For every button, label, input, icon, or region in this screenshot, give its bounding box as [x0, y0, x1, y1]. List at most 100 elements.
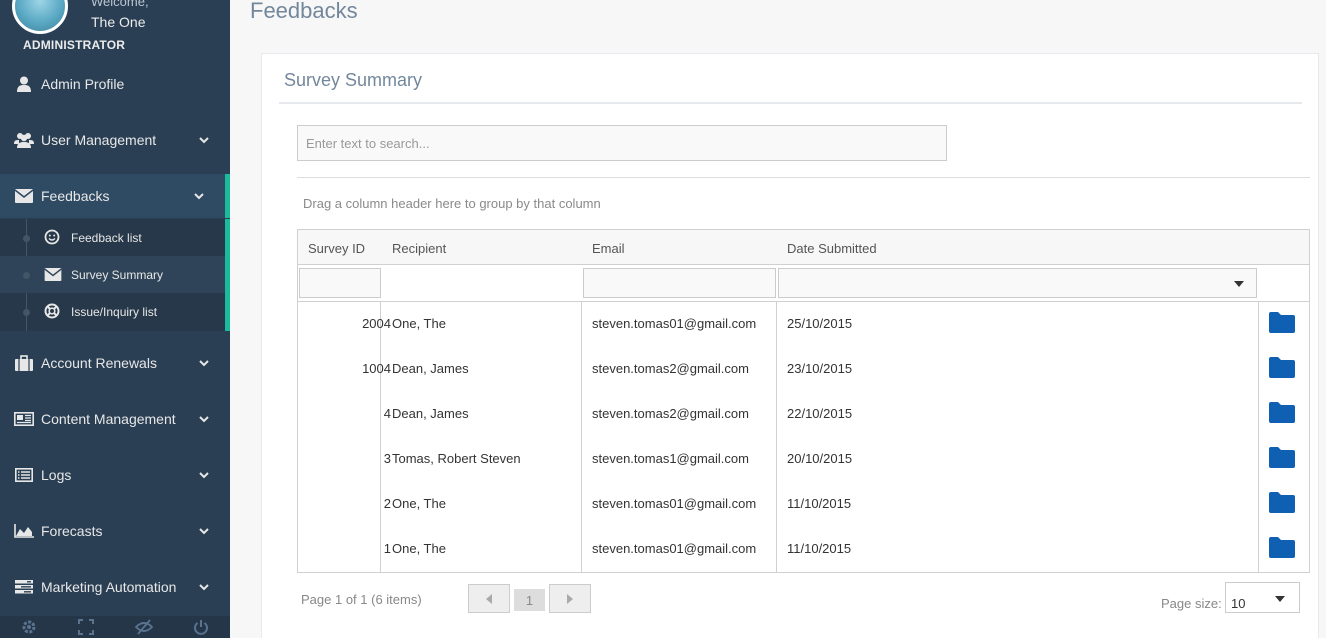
cell-date: 23/10/2015	[787, 361, 853, 376]
envelope-icon	[44, 268, 62, 281]
submenu-item-survey-summary[interactable]: Survey Summary	[0, 256, 225, 293]
user-icon	[14, 76, 34, 92]
chevron-down-icon	[199, 360, 209, 367]
table-row[interactable]: 1 One, The steven.tomas01@gmail.com 11/1…	[298, 527, 1309, 572]
table-row[interactable]: 4 Dean, James steven.tomas2@gmail.com 22…	[298, 392, 1309, 437]
cell-date: 11/10/2015	[787, 541, 852, 556]
column-header-email[interactable]: Email	[592, 241, 625, 256]
page-size-label: Page size:	[1161, 596, 1222, 611]
briefcase-icon	[14, 355, 34, 371]
chevron-down-icon	[199, 528, 209, 535]
filter-survey-id-input[interactable]	[299, 268, 381, 298]
cell-email: steven.tomas01@gmail.com	[592, 541, 757, 556]
pager-prev-button[interactable]	[468, 584, 510, 613]
sidebar-item-user-management[interactable]: User Management	[0, 118, 230, 162]
folder-icon[interactable]	[1269, 311, 1295, 333]
pager-summary: Page 1 of 1 (6 items)	[301, 592, 422, 607]
survey-summary-panel: Survey Summary Drag a column header here…	[261, 53, 1319, 638]
cell-email: steven.tomas01@gmail.com	[592, 496, 757, 511]
submenu-item-issue-inquiry-list[interactable]: Issue/Inquiry list	[0, 293, 225, 330]
cell-recipient: Tomas, Robert Steven	[392, 451, 521, 466]
avatar[interactable]	[12, 0, 68, 34]
page-title: Feedbacks	[250, 0, 358, 23]
area-chart-icon	[14, 523, 34, 539]
sidebar-item-label: Logs	[41, 467, 72, 483]
eye-slash-icon	[134, 619, 153, 635]
fullscreen-button[interactable]	[58, 616, 116, 638]
tasks-icon	[14, 579, 34, 595]
bullet-dot	[23, 235, 30, 242]
pager-page-number[interactable]: 1	[514, 589, 545, 611]
life-ring-icon	[44, 303, 60, 319]
cell-survey-id: 2	[383, 496, 391, 511]
sidebar-item-label: Marketing Automation	[41, 579, 177, 595]
panel-divider	[279, 102, 1302, 104]
chevron-down-icon	[199, 416, 209, 423]
group-panel-divider	[297, 177, 1310, 178]
cell-survey-id: 2004	[362, 316, 391, 331]
sidebar-item-marketing-automation[interactable]: Marketing Automation	[0, 565, 230, 609]
grid-filter-row	[298, 265, 1309, 302]
cell-date: 22/10/2015	[787, 406, 853, 421]
submenu-item-label: Issue/Inquiry list	[71, 305, 158, 319]
envelope-icon	[14, 188, 34, 204]
sidebar-item-content-management[interactable]: Content Management	[0, 397, 230, 441]
group-by-hint: Drag a column header here to group by th…	[303, 196, 601, 211]
sidebar-item-label: Forecasts	[41, 523, 103, 539]
bullet-dot	[23, 272, 30, 279]
smile-icon	[44, 229, 60, 245]
cell-survey-id: 1	[383, 541, 391, 556]
cell-email: steven.tomas2@gmail.com	[592, 406, 749, 421]
sidebar-item-label: Account Renewals	[41, 355, 157, 371]
page-size-value: 10	[1231, 596, 1246, 611]
bullet-dot	[23, 309, 30, 316]
table-row[interactable]: 2 One, The steven.tomas01@gmail.com 11/1…	[298, 482, 1309, 527]
cell-email: steven.tomas1@gmail.com	[592, 451, 749, 466]
folder-icon[interactable]	[1269, 536, 1295, 558]
cell-survey-id: 3	[383, 451, 391, 466]
page-size-select[interactable]: 10	[1225, 582, 1300, 613]
column-header-date-submitted[interactable]: Date Submitted	[787, 241, 877, 256]
folder-icon[interactable]	[1269, 446, 1295, 468]
cell-survey-id: 4	[383, 406, 391, 421]
table-row[interactable]: 2004 One, The steven.tomas01@gmail.com 2…	[298, 302, 1309, 347]
feedbacks-submenu: Feedback list Survey Summary Issue/Inqui…	[0, 219, 230, 331]
sidebar-item-admin-profile[interactable]: Admin Profile	[0, 62, 230, 106]
dropdown-caret-icon	[1234, 281, 1244, 287]
table-row[interactable]: 3 Tomas, Robert Steven steven.tomas1@gma…	[298, 437, 1309, 482]
submenu-item-feedback-list[interactable]: Feedback list	[0, 219, 225, 256]
search-input[interactable]	[297, 125, 947, 161]
panel-title: Survey Summary	[284, 70, 423, 90]
sidebar-item-label: Content Management	[41, 411, 176, 427]
sidebar-item-logs[interactable]: Logs	[0, 453, 230, 497]
sidebar-item-label: Feedbacks	[41, 188, 110, 204]
sidebar-item-forecasts[interactable]: Forecasts	[0, 509, 230, 553]
fullscreen-icon	[78, 619, 95, 635]
logout-button[interactable]	[173, 616, 231, 638]
table-row[interactable]: 1004 Dean, James steven.tomas2@gmail.com…	[298, 347, 1309, 392]
pager-next-button[interactable]	[549, 584, 591, 613]
cell-email: steven.tomas01@gmail.com	[592, 316, 757, 331]
folder-icon[interactable]	[1269, 401, 1295, 423]
cell-date: 20/10/2015	[787, 451, 853, 466]
folder-icon[interactable]	[1269, 356, 1295, 378]
chevron-down-icon	[199, 472, 209, 479]
column-header-survey-id[interactable]: Survey ID	[308, 241, 365, 256]
dropdown-caret-icon	[1275, 596, 1285, 602]
newspaper-icon	[14, 411, 34, 427]
sidebar-item-label: User Management	[41, 132, 157, 148]
column-header-recipient[interactable]: Recipient	[392, 241, 446, 256]
cell-email: steven.tomas2@gmail.com	[592, 361, 749, 376]
sidebar-item-feedbacks[interactable]: Feedbacks	[0, 174, 230, 218]
filter-email-input[interactable]	[583, 268, 776, 298]
folder-icon[interactable]	[1269, 491, 1295, 513]
sidebar-item-label: Admin Profile	[41, 76, 125, 92]
settings-button[interactable]	[0, 616, 58, 638]
lock-view-button[interactable]	[115, 616, 173, 638]
chevron-down-icon	[199, 584, 209, 591]
welcome-text: Welcome,	[91, 0, 149, 9]
settings-icon	[22, 620, 36, 634]
user-name: The One	[91, 14, 146, 30]
filter-date-dropdown[interactable]	[778, 268, 1257, 298]
sidebar-item-account-renewals[interactable]: Account Renewals	[0, 341, 230, 385]
